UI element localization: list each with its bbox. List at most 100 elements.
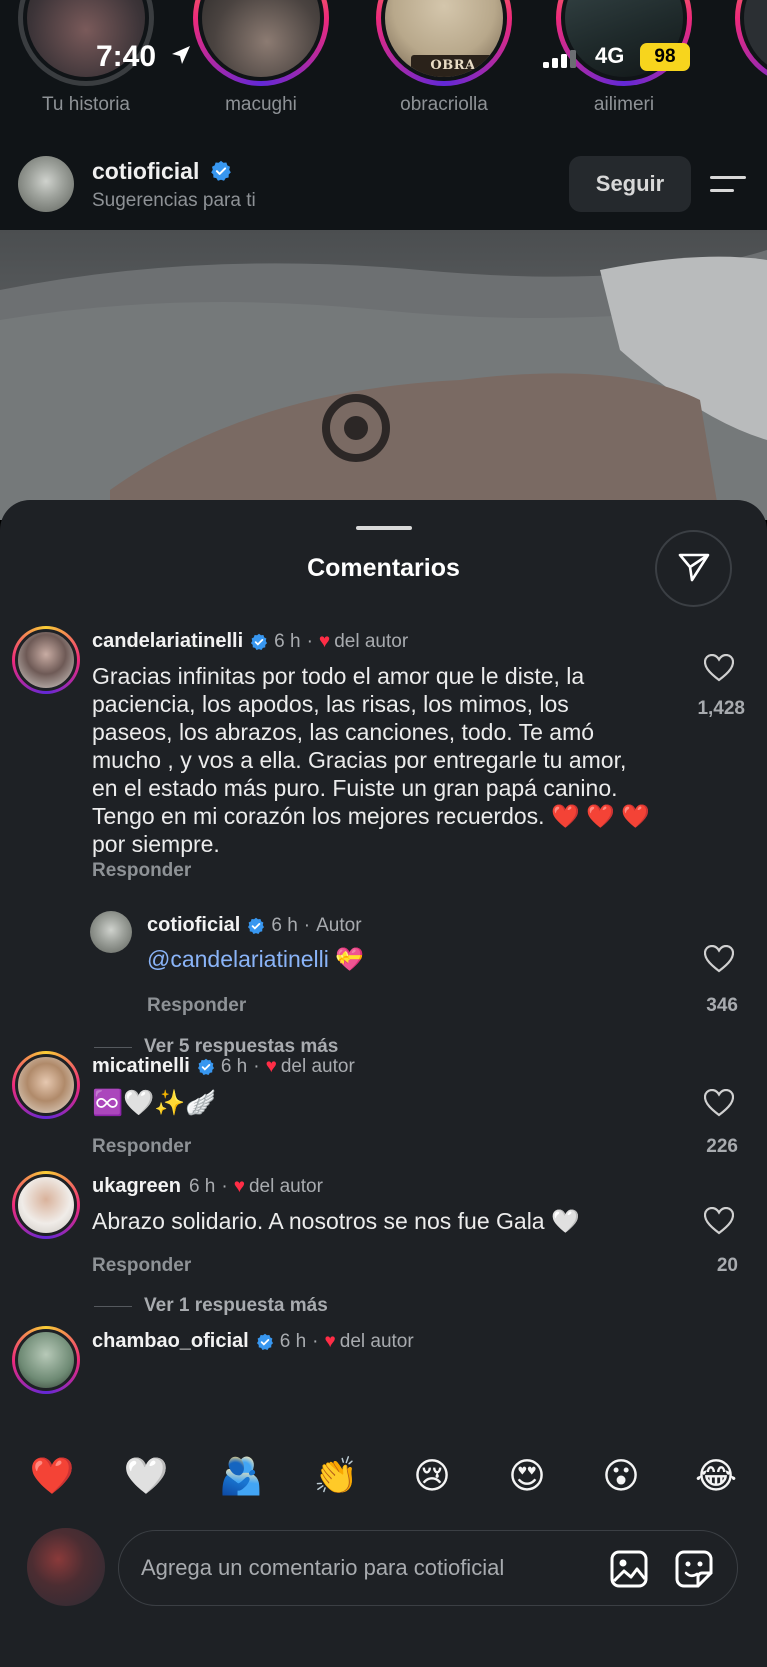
comment-time: 6 h [271,914,298,936]
verified-badge-icon [210,160,231,181]
comment-time: 6 h [274,630,301,652]
author-like-heart-icon: ♥ [318,630,331,652]
comment-composer: Agrega un comentario para cotioficial [0,1520,767,1620]
reply-button[interactable]: Responder [92,1136,191,1158]
reply-button[interactable]: Responder [147,995,246,1017]
stories-header: Tu historia macughi OBRA CRIOLLA obracri… [0,0,767,230]
verified-badge-icon [197,1058,214,1075]
emoji-red-heart-button[interactable]: ❤️ [28,1452,76,1500]
gallery-icon[interactable] [609,1549,649,1589]
commenter-avatar[interactable] [12,1326,80,1394]
photo-content [0,250,767,520]
heart-outline-icon [703,653,735,682]
author-like-heart-icon: ♥ [265,1055,277,1077]
emoji-hug-button[interactable]: 🫂 [217,1452,265,1500]
send-icon [678,553,709,582]
like-count: 1,428 [697,698,745,719]
like-count: 20 [716,1255,738,1276]
verified-badge-icon [248,917,265,934]
emoji-white-heart-button[interactable]: 🤍 [122,1452,170,1500]
divider [94,1305,132,1307]
meta-separator: · [221,1175,228,1197]
emoji-laugh-button[interactable]: 😂 [692,1452,740,1500]
comment-input[interactable]: Agrega un comentario para cotioficial [118,1530,738,1606]
post-author-username[interactable]: cotioficial [92,158,232,185]
reply-button[interactable]: Responder [92,1255,191,1277]
like-count: 346 [706,995,738,1016]
emoji-quick-bar: ❤️ 🤍 🫂 👏 😢 😍 😮 😂 [0,1452,767,1502]
like-button[interactable] [699,1088,739,1122]
emoji-surprised-button[interactable]: 😮 [597,1452,645,1500]
emoji-clap-button[interactable]: 👏 [312,1452,360,1500]
heart-outline-icon [703,944,735,973]
meta-separator: · [312,1330,319,1352]
comment-emoji: 💝 [335,946,364,972]
mention-link[interactable]: @candelariatinelli [147,946,329,972]
comment-time: 6 h [220,1055,248,1077]
like-count: 226 [706,1136,738,1157]
sticker-icon[interactable] [674,1549,714,1589]
divider [94,1046,132,1048]
comment-username[interactable]: chambao_oficial [92,1330,249,1353]
follow-button[interactable]: Seguir [569,156,691,212]
meta-separator: · [306,630,313,652]
commenter-avatar[interactable] [12,626,80,694]
sheet-drag-handle[interactable] [356,526,412,530]
story-name: macughi [225,94,297,115]
author-like-label: del autor [280,1055,355,1077]
signal-icon [543,50,576,68]
comment-meta: chambao_oficial 6 h · ♥ del autor [92,1330,414,1353]
post-subtitle: Sugerencias para ti [92,190,256,211]
author-like-label: del autor [339,1330,414,1352]
current-user-avatar [27,1528,105,1606]
comment-time: 6 h [188,1175,216,1197]
reply-button[interactable]: Responder [92,860,191,882]
comment-username[interactable]: micatinelli [92,1055,190,1078]
story-name: ailimeri [593,94,655,115]
comment-text: Gracias infinitas por todo el amor que l… [92,663,650,857]
commenter-avatar[interactable] [90,911,132,953]
like-button[interactable] [699,1206,739,1240]
author-like-heart-icon: ♥ [324,1330,336,1352]
author-like-label: del autor [334,630,409,652]
comment-username[interactable]: cotioficial [147,914,240,937]
comments-sheet: Comentarios candelariatinelli 6 h · ♥ de… [0,500,767,1667]
emoji-heart-eyes-button[interactable]: 😍 [503,1452,551,1500]
verified-badge-icon [256,1333,273,1350]
comment-text: @candelariatinelli 💝 [147,945,627,973]
heart-outline-icon [703,1206,735,1235]
story-name: Tu historia [42,94,130,115]
meta-separator: · [303,914,311,936]
post-photo[interactable] [0,230,767,520]
commenter-avatar[interactable] [12,1051,80,1119]
like-button[interactable] [699,653,739,687]
author-like-label: del autor [248,1175,323,1197]
heart-outline-icon [703,1088,735,1117]
comment-time: 6 h [279,1330,307,1352]
emoji-cry-button[interactable]: 😢 [408,1452,456,1500]
comments-list[interactable]: candelariatinelli 6 h · ♥ del autor Grac… [0,626,767,1438]
comment-meta: ukagreen 6 h · ♥ del autor [92,1175,323,1198]
share-button[interactable] [655,530,732,607]
status-time: 7:40 [96,40,157,73]
comment-input-placeholder: Agrega un comentario para cotioficial [141,1555,505,1580]
comment-text: Abrazo solidario. A nosotros se nos fue … [92,1208,580,1234]
author-tag: Autor [316,914,362,936]
like-button[interactable] [699,944,739,978]
comment-meta: cotioficial 6 h · Autor [147,914,362,937]
post-header: cotioficial Sugerencias para ti Seguir [0,150,767,230]
comment-username[interactable]: candelariatinelli [92,630,243,653]
comment-meta: candelariatinelli 6 h · ♥ del autor [92,630,408,653]
comment-username[interactable]: ukagreen [92,1175,181,1198]
verified-badge-icon [251,633,268,650]
comment-text: ♾️🤍✨🪽 [92,1089,217,1117]
status-bar: 7:40 4G 98 [0,36,767,76]
comment-meta: micatinelli 6 h · ♥ del autor [92,1055,355,1078]
location-arrow-icon [172,46,190,64]
more-options-icon[interactable] [708,174,748,194]
view-more-replies[interactable]: Ver 1 respuesta más [94,1295,328,1317]
battery-indicator: 98 [640,43,690,71]
network-type: 4G [595,43,625,68]
commenter-avatar[interactable] [12,1171,80,1239]
post-author-avatar[interactable] [18,156,74,212]
